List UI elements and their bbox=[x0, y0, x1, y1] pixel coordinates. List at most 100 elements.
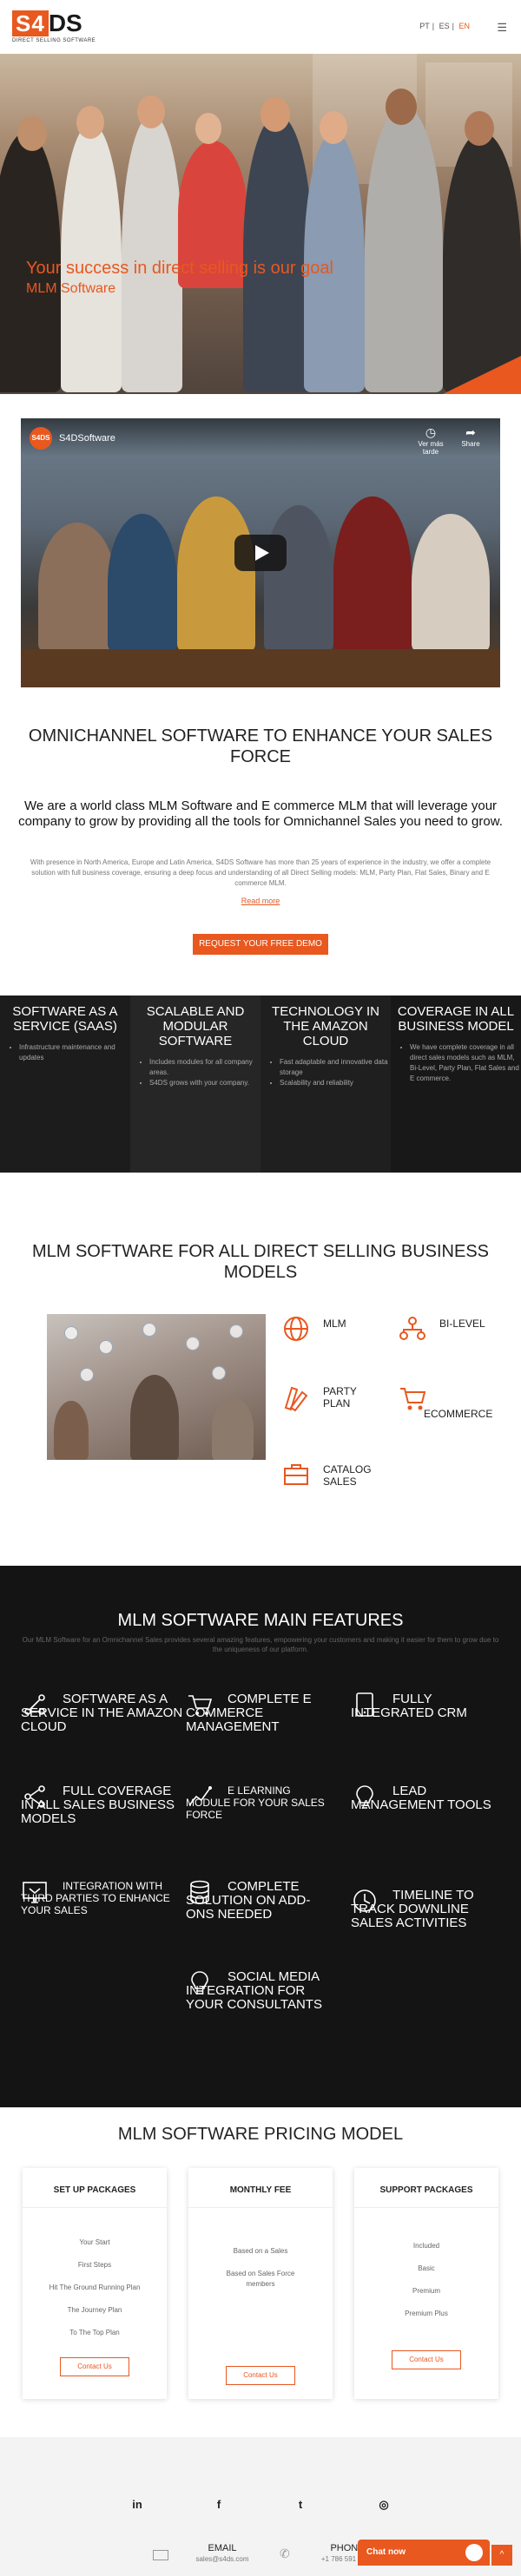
feature-label: INTEGRATION WITH THIRD PARTIES TO ENHANC… bbox=[21, 1880, 170, 1916]
benefit-cloud: TECHNOLOGY IN THE AMAZON CLOUD Fast adap… bbox=[260, 996, 391, 1173]
photo-bubble bbox=[142, 1323, 156, 1337]
benefit-item: Includes modules for all company areas. bbox=[149, 1057, 260, 1078]
instagram-icon[interactable]: ◎ bbox=[375, 2498, 392, 2512]
video-player[interactable]: S4DS S4DSoftware ◷ Ver más tarde ➦ Share bbox=[21, 418, 500, 687]
watch-later-button[interactable]: ◷ Ver más tarde bbox=[413, 425, 448, 456]
feature-label: COMPLETE SOLUTION ON ADD-ONS NEEDED bbox=[186, 1879, 311, 1922]
hero-person bbox=[386, 89, 417, 125]
email-label: EMAIL bbox=[208, 2543, 237, 2553]
pricing-row: Based on a Sales bbox=[233, 2247, 288, 2255]
benefit-item: Infrastructure maintenance and updates bbox=[19, 1042, 130, 1063]
footer-email: EMAIL sales@s4ds.com bbox=[179, 2543, 266, 2563]
video-table bbox=[21, 649, 500, 687]
video-title[interactable]: S4DSoftware bbox=[59, 433, 115, 444]
logo[interactable]: S4 DS DIRECT SELLING SOFTWARE bbox=[12, 10, 96, 43]
facebook-icon[interactable]: f bbox=[210, 2498, 228, 2511]
pricing-card-support: SUPPORT PACKAGES Included Basic Premium … bbox=[354, 2168, 498, 2399]
pricing-row: Hit The Ground Running Plan bbox=[49, 2284, 141, 2291]
linkedin-icon[interactable]: in bbox=[129, 2498, 146, 2511]
twitter-icon[interactable]: t bbox=[292, 2498, 309, 2511]
pricing-row: Included bbox=[412, 2242, 440, 2250]
pricing-title: MLM SOFTWARE PRICING MODEL bbox=[117, 2125, 404, 2144]
feature-label: FULL COVERAGE IN ALL SALES BUSINESS MODE… bbox=[21, 1784, 175, 1826]
pricing-card-title: SET UP PACKAGES bbox=[53, 2185, 136, 2195]
pricing-row: Basic bbox=[418, 2264, 435, 2272]
hero-banner: Your success in direct selling is our go… bbox=[0, 54, 521, 394]
feature-item: INTEGRATION WITH THIRD PARTIES TO ENHANC… bbox=[21, 1878, 177, 1930]
pricing-row: Based on Sales Force members bbox=[226, 2270, 295, 2288]
hero-person bbox=[365, 106, 443, 392]
model-party-plan: PARTY PLAN bbox=[281, 1383, 377, 1418]
feature-label: SOFTWARE AS A SERVICE IN THE AMAZON CLOU… bbox=[21, 1692, 183, 1734]
watch-later-label: Ver más tarde bbox=[418, 440, 444, 456]
model-bi-level: BI-LEVEL bbox=[398, 1314, 502, 1349]
hero-person bbox=[260, 97, 290, 132]
lang-pt[interactable]: PT bbox=[419, 22, 430, 30]
feature-item: LEAD MANAGEMENT TOOLS bbox=[351, 1783, 507, 1835]
play-icon[interactable] bbox=[234, 535, 287, 571]
network-icon bbox=[399, 1317, 425, 1340]
benefit-item: We have complete coverage in all direct … bbox=[410, 1042, 521, 1084]
email-value[interactable]: sales@s4ds.com bbox=[179, 2555, 266, 2563]
lang-en[interactable]: EN bbox=[458, 22, 470, 30]
share-icon: ➦ bbox=[465, 425, 476, 439]
swatches-icon bbox=[284, 1386, 308, 1412]
briefcase-icon bbox=[284, 1464, 308, 1485]
divider bbox=[354, 2207, 498, 2208]
pricing-card-monthly: MONTHLY FEE Based on a Sales Based on Sa… bbox=[188, 2168, 333, 2399]
model-label: PARTY PLAN bbox=[323, 1385, 357, 1410]
photo-person bbox=[54, 1401, 89, 1460]
request-demo-button[interactable]: REQUEST YOUR FREE DEMO bbox=[193, 934, 328, 955]
photo-bubble bbox=[99, 1340, 113, 1354]
photo-bubble bbox=[229, 1324, 243, 1338]
feature-label: SOCIAL MEDIA INTEGRATION FOR YOUR CONSUL… bbox=[186, 1969, 322, 2012]
feature-item: COMPLETE SOLUTION ON ADD-ONS NEEDED bbox=[186, 1878, 342, 1930]
photo-person bbox=[130, 1375, 179, 1460]
hamburger-icon[interactable]: ☰ bbox=[497, 21, 507, 35]
photo-person bbox=[212, 1397, 254, 1460]
hero-accent-shape bbox=[443, 356, 521, 394]
feature-item: SOFTWARE AS A SERVICE IN THE AMAZON CLOU… bbox=[21, 1691, 182, 1743]
video-person bbox=[264, 505, 333, 653]
hero-person bbox=[320, 111, 347, 144]
lang-es[interactable]: ES bbox=[439, 22, 450, 30]
features-title: MLM SOFTWARE MAIN FEATURES bbox=[117, 1611, 404, 1630]
pricing-row: First Steps bbox=[77, 2261, 112, 2269]
channel-avatar[interactable]: S4DS bbox=[30, 427, 52, 450]
contact-us-button[interactable]: Contact Us bbox=[60, 2357, 129, 2376]
pricing-card-title: MONTHLY FEE bbox=[229, 2185, 292, 2195]
hero-person bbox=[122, 115, 182, 392]
contact-us-button[interactable]: Contact Us bbox=[226, 2366, 295, 2385]
feature-item: FULLY INTEGRATED CRM bbox=[351, 1691, 507, 1743]
hero-person bbox=[137, 95, 165, 128]
feature-item: SOCIAL MEDIA INTEGRATION FOR YOUR CONSUL… bbox=[186, 1968, 342, 2038]
read-more-link[interactable]: Read more bbox=[0, 897, 521, 905]
site-header: S4 DS DIRECT SELLING SOFTWARE PT | ES | EN … bbox=[0, 0, 521, 54]
benefit-modular: SCALABLE AND MODULAR SOFTWARE Includes m… bbox=[130, 996, 260, 1173]
hero-title: Your success in direct selling is our go… bbox=[26, 259, 333, 278]
feature-label: COMPLETE E COMMERCE MANAGEMENT bbox=[186, 1692, 312, 1734]
chat-label: Chat now bbox=[366, 2547, 406, 2557]
contact-us-button[interactable]: Contact Us bbox=[392, 2350, 461, 2369]
feature-label: FULLY INTEGRATED CRM bbox=[351, 1692, 467, 1720]
video-person bbox=[333, 496, 412, 653]
share-label: Share bbox=[461, 440, 480, 448]
pricing-row: Premium bbox=[412, 2287, 440, 2295]
features-section: MLM SOFTWARE MAIN FEATURES Our MLM Softw… bbox=[0, 1566, 521, 2107]
pricing-row: Premium Plus bbox=[405, 2310, 448, 2317]
globe-icon bbox=[284, 1317, 308, 1341]
benefit-title: COVERAGE IN ALL BUSINESS MODEL bbox=[397, 1004, 515, 1034]
phone-icon: ✆ bbox=[280, 2546, 290, 2560]
hero-person bbox=[76, 106, 104, 139]
back-to-top-button[interactable]: ^ bbox=[491, 2545, 512, 2566]
language-switcher: PT | ES | EN bbox=[419, 22, 470, 30]
photo-bubble bbox=[212, 1366, 226, 1380]
share-button[interactable]: ➦ Share bbox=[453, 425, 488, 448]
feature-label: LEAD MANAGEMENT TOOLS bbox=[351, 1784, 491, 1812]
omnichannel-lead: We are a world class MLM Software and E … bbox=[18, 798, 503, 829]
benefit-item: Fast adaptable and innovative data stora… bbox=[280, 1057, 391, 1078]
benefit-title: SCALABLE AND MODULAR SOFTWARE bbox=[146, 1004, 245, 1048]
feature-item: COMPLETE E COMMERCE MANAGEMENT bbox=[186, 1691, 342, 1743]
omnichannel-body: With presence in North America, Europe a… bbox=[30, 858, 491, 887]
chat-widget[interactable]: Chat now bbox=[358, 2540, 490, 2566]
